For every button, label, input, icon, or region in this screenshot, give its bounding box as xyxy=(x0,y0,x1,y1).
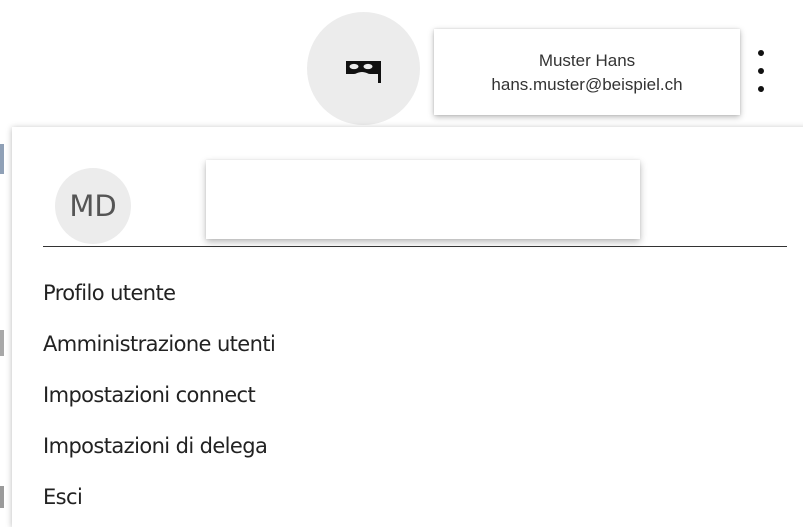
menu-item-amministrazione-utenti[interactable]: Amministrazione utenti xyxy=(43,332,276,356)
menu-item-impostazioni-connect[interactable]: Impostazioni connect xyxy=(43,383,256,407)
more-menu-button[interactable] xyxy=(754,46,768,96)
menu-item-impostazioni-delega[interactable]: Impostazioni di delega xyxy=(43,434,268,458)
menu-item-profilo-utente[interactable]: Profilo utente xyxy=(43,281,176,305)
mask-icon xyxy=(345,60,381,83)
background-page-edge xyxy=(0,144,4,174)
user-email: hans.muster@beispiel.ch xyxy=(491,75,683,94)
background-page-edge xyxy=(0,330,4,356)
background-page-edge xyxy=(0,486,4,508)
avatar-initials: MD xyxy=(69,189,117,223)
account-name-field[interactable] xyxy=(206,160,640,239)
menu-item-esci[interactable]: Esci xyxy=(43,485,83,509)
menu-divider xyxy=(43,246,787,247)
more-vertical-icon xyxy=(758,50,764,56)
avatar: MD xyxy=(55,168,131,244)
impersonate-button[interactable] xyxy=(307,12,420,125)
user-name: Muster Hans xyxy=(538,51,636,70)
current-user-card[interactable]: Muster Hans hans.muster@beispiel.ch xyxy=(434,29,740,115)
